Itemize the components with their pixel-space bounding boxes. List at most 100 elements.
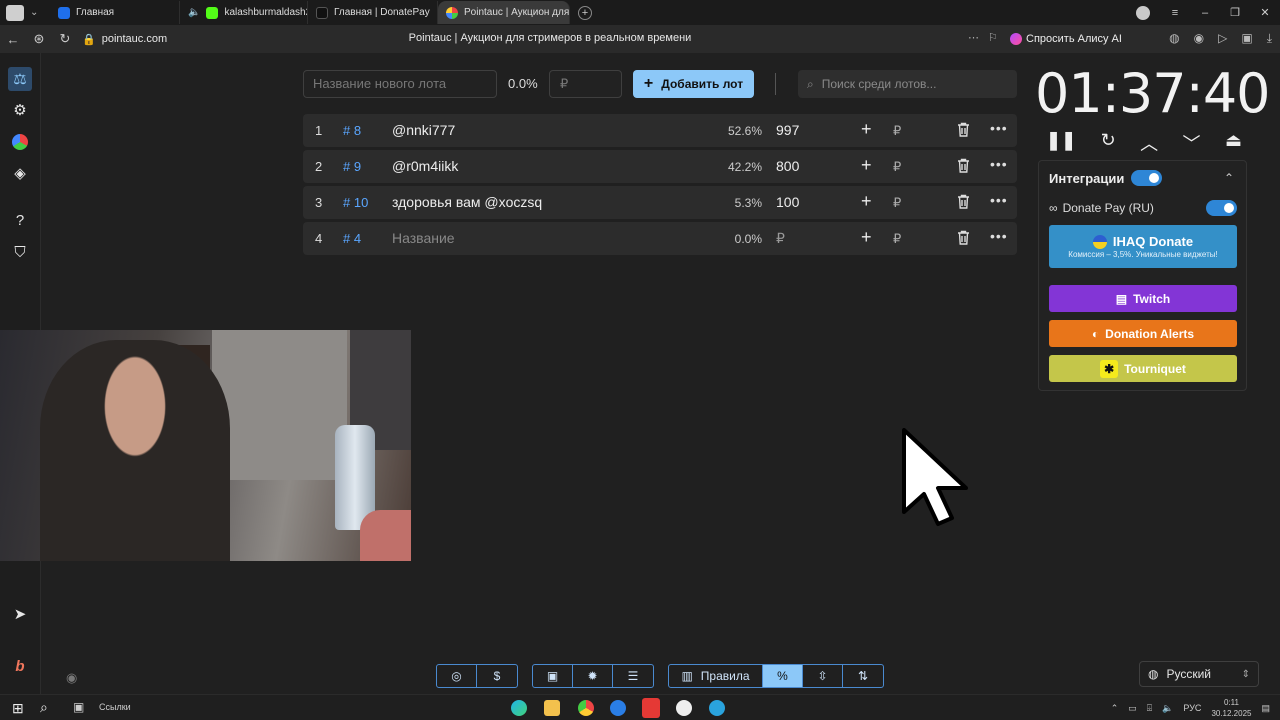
add-amount-icon[interactable]: + bbox=[861, 191, 872, 212]
volume-icon[interactable]: 🔈 bbox=[1162, 703, 1173, 714]
network-icon[interactable]: ⌹ bbox=[1147, 703, 1152, 714]
extension-icon[interactable]: ◉ bbox=[1194, 31, 1204, 46]
github-icon[interactable]: ◎ bbox=[437, 665, 477, 687]
globe-icon[interactable]: ◍ bbox=[1169, 31, 1179, 46]
tab-donatepay[interactable]: Главная | DonatePay ✕ bbox=[308, 1, 438, 24]
more-icon[interactable]: ⋯ bbox=[968, 31, 979, 44]
add-amount-icon[interactable]: + bbox=[861, 119, 872, 140]
lot-name[interactable]: здоровья вам @xoczsq bbox=[392, 194, 542, 210]
file-explorer-icon[interactable] bbox=[544, 700, 560, 716]
profile-icon[interactable] bbox=[1136, 5, 1150, 20]
add-amount-icon[interactable]: + bbox=[861, 155, 872, 176]
chrome-icon[interactable] bbox=[578, 700, 594, 716]
reset-icon[interactable]: ↻ bbox=[1101, 130, 1116, 156]
windows-start-icon[interactable]: ⊞ bbox=[12, 700, 24, 717]
settings-gear-icon[interactable]: ⚙ bbox=[10, 100, 30, 120]
help-icon[interactable]: ? bbox=[10, 210, 30, 230]
minimize-icon[interactable]: – bbox=[1190, 7, 1220, 19]
more-options-icon[interactable]: ••• bbox=[990, 228, 1008, 244]
tab-pointauc[interactable]: Pointauc | Аукцион для ✕ bbox=[438, 1, 570, 24]
sound-icon[interactable] bbox=[6, 4, 24, 21]
links-toolbar[interactable]: Ссылки bbox=[99, 702, 131, 712]
chevron-up-icon[interactable]: ⌃ bbox=[1224, 171, 1234, 185]
chevron-down-icon[interactable]: ⌄ bbox=[30, 7, 38, 18]
tourniquet-button[interactable]: ✱ Tourniquet bbox=[1049, 355, 1237, 382]
bookmark-icon[interactable]: ⚐ bbox=[988, 31, 998, 44]
donatepay-toggle[interactable] bbox=[1206, 200, 1237, 216]
save-icon[interactable]: ▣ bbox=[533, 665, 573, 687]
tab-home[interactable]: Главная bbox=[50, 1, 180, 24]
trash-icon[interactable] bbox=[957, 194, 970, 212]
auction-icon[interactable]: ⚖ bbox=[8, 67, 32, 91]
alice-button[interactable]: Спросить Алису AI bbox=[1010, 29, 1122, 49]
dollar-icon[interactable]: $ bbox=[477, 665, 517, 687]
trash-icon[interactable] bbox=[957, 158, 970, 176]
media-icon[interactable]: ▷ bbox=[1218, 31, 1227, 46]
shield-icon[interactable]: ⊛ bbox=[26, 31, 52, 47]
browser-menu[interactable]: ⌄ bbox=[0, 0, 50, 25]
add-amount-input[interactable]: ₽ bbox=[893, 123, 901, 139]
clear-list-icon[interactable]: ☰ bbox=[613, 665, 653, 687]
shield-check-icon[interactable]: ⛉ bbox=[10, 242, 30, 262]
more-options-icon[interactable]: ••• bbox=[990, 192, 1008, 208]
lot-name[interactable]: Название bbox=[392, 230, 455, 246]
wheel-icon[interactable] bbox=[10, 132, 30, 152]
bug-icon[interactable]: ✹ bbox=[573, 665, 613, 687]
tab-kick-stream[interactable]: 🔈 kalashburmaldash228 Stre bbox=[180, 1, 308, 24]
add-amount-input[interactable]: ₽ bbox=[893, 231, 901, 247]
new-tab-button[interactable]: + bbox=[578, 5, 592, 20]
add-amount-input[interactable]: ₽ bbox=[893, 195, 901, 211]
tray-app-icon[interactable]: ▭ bbox=[1128, 703, 1137, 714]
amount-input[interactable]: ₽ bbox=[549, 70, 622, 98]
chevron-up-icon[interactable]: ⌃ bbox=[1111, 703, 1119, 714]
chevron-up-icon[interactable]: ︿ bbox=[1140, 130, 1158, 156]
rules-button[interactable]: ▥ Правила bbox=[669, 665, 763, 687]
lot-name[interactable]: @nnki777 bbox=[392, 122, 455, 138]
donation-alerts-button[interactable]: ◐ Donation Alerts bbox=[1049, 320, 1237, 347]
new-lot-name-input[interactable]: Название нового лота bbox=[303, 70, 497, 98]
twitch-button[interactable]: ▤ Twitch bbox=[1049, 285, 1237, 312]
collections-icon[interactable]: ▣ bbox=[1241, 31, 1252, 46]
percent-toggle-icon[interactable]: % bbox=[763, 665, 803, 687]
ihaq-donate-button[interactable]: IHAQ Donate Комиссия – 3,5%. Уникальные … bbox=[1049, 225, 1237, 268]
integrations-toggle[interactable] bbox=[1131, 170, 1162, 186]
add-lot-button[interactable]: + Добавить лот bbox=[633, 70, 754, 98]
downloads-icon[interactable]: ⤓ bbox=[1267, 31, 1272, 46]
lot-amount[interactable]: 100 bbox=[776, 194, 799, 210]
trash-icon[interactable] bbox=[957, 122, 970, 140]
telegram-icon[interactable]: ➤ bbox=[10, 604, 30, 624]
close-window-icon[interactable]: ✕ bbox=[1250, 6, 1280, 19]
telegram-app-icon[interactable] bbox=[709, 700, 725, 716]
url-field[interactable]: pointauc.com bbox=[102, 33, 167, 45]
pause-icon[interactable]: ❚❚ bbox=[1046, 130, 1076, 156]
boosty-icon[interactable]: b bbox=[10, 656, 30, 676]
search-icon[interactable]: ⌕ bbox=[40, 699, 48, 716]
compress-icon[interactable]: ⇳ bbox=[803, 665, 843, 687]
search-input[interactable]: ⌕ Поиск среди лотов... bbox=[798, 70, 1017, 98]
reload-icon[interactable]: ↻ bbox=[52, 31, 78, 47]
checkmark-app-icon[interactable] bbox=[610, 700, 626, 716]
layers-icon[interactable]: ◈ bbox=[10, 163, 30, 183]
sort-icon[interactable]: ⇅ bbox=[843, 665, 883, 687]
lock-icon[interactable]: 🔒 bbox=[82, 33, 96, 46]
language-select[interactable]: ◍ Русский ⇕ bbox=[1139, 661, 1259, 687]
notifications-icon[interactable]: ▤ bbox=[1261, 703, 1270, 714]
clock[interactable]: 0:11 30.12.2025 bbox=[1211, 697, 1251, 719]
lot-amount[interactable]: ₽ bbox=[776, 230, 785, 247]
collapse-icon[interactable]: ⏏ bbox=[1225, 130, 1242, 156]
input-language[interactable]: РУС bbox=[1183, 703, 1201, 713]
task-view-icon[interactable]: ▣ bbox=[73, 700, 84, 714]
trash-icon[interactable] bbox=[957, 230, 970, 248]
maximize-icon[interactable]: ❐ bbox=[1220, 6, 1250, 19]
yandex-browser-icon[interactable] bbox=[642, 698, 660, 718]
lot-amount[interactable]: 997 bbox=[776, 122, 799, 138]
add-amount-input[interactable]: ₽ bbox=[893, 159, 901, 175]
lot-amount[interactable]: 800 bbox=[776, 158, 799, 174]
menu-icon[interactable]: ≡ bbox=[1160, 7, 1190, 19]
edge-icon[interactable] bbox=[511, 700, 527, 716]
eye-icon[interactable]: ◉ bbox=[66, 670, 77, 686]
back-icon[interactable]: ← bbox=[0, 32, 26, 47]
more-options-icon[interactable]: ••• bbox=[990, 120, 1008, 136]
add-amount-icon[interactable]: + bbox=[861, 227, 872, 248]
obs-icon[interactable] bbox=[676, 700, 692, 716]
